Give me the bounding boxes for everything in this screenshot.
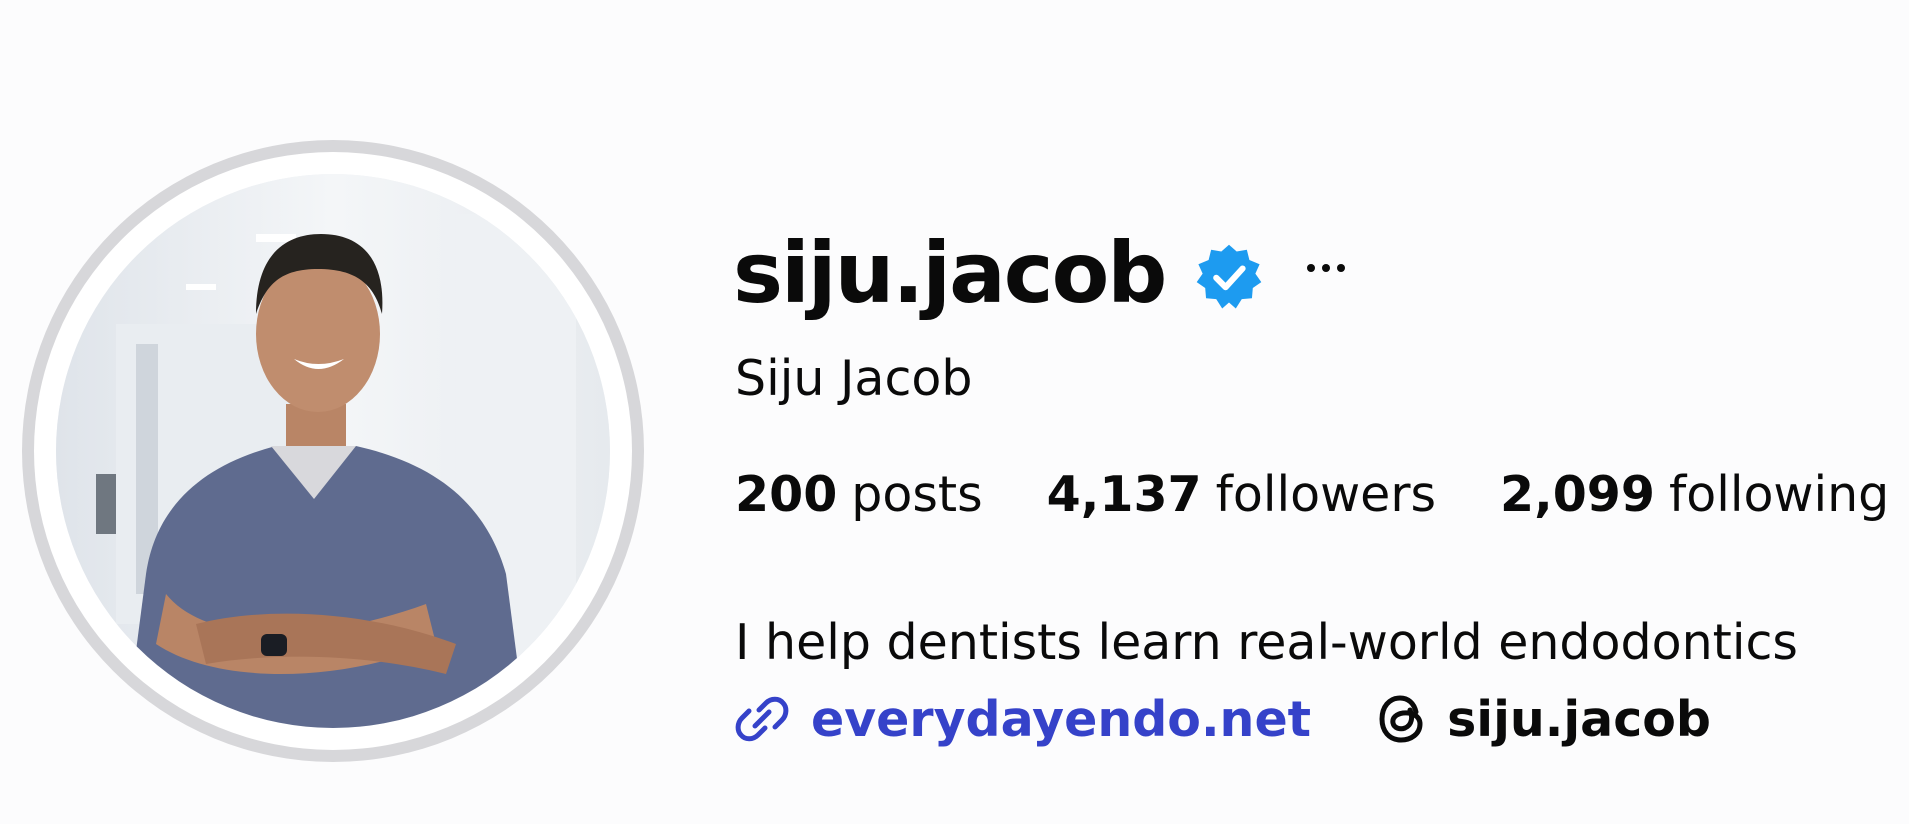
link-icon[interactable] <box>733 690 791 748</box>
profile-header: siju.jacob Siju Jacob 200 posts 4,137 foll… <box>0 0 1909 824</box>
avatar-ring[interactable] <box>22 140 644 762</box>
profile-stats: 200 posts 4,137 followers 2,099 following <box>735 466 1889 523</box>
username: siju.jacob <box>733 224 1167 322</box>
posts-label: posts <box>851 466 983 523</box>
profile-links: everydayendo.net siju.jacob <box>733 690 1711 748</box>
profile-title-row: siju.jacob <box>733 218 1349 328</box>
bio-text: I help dentists learn real-world endodon… <box>735 614 1798 671</box>
threads-handle[interactable]: siju.jacob <box>1447 691 1711 748</box>
followers-label: followers <box>1215 466 1436 523</box>
following-label: following <box>1669 466 1890 523</box>
full-name: Siju Jacob <box>735 350 973 407</box>
following-count: 2,099 <box>1500 466 1655 523</box>
threads-icon[interactable] <box>1375 690 1431 748</box>
posts-stat[interactable]: 200 posts <box>735 466 983 523</box>
more-options-icon[interactable] <box>1303 261 1349 275</box>
verified-badge-icon <box>1197 244 1262 309</box>
posts-count: 200 <box>735 466 838 523</box>
followers-count: 4,137 <box>1046 466 1202 523</box>
website-link[interactable]: everydayendo.net <box>811 691 1311 748</box>
following-stat[interactable]: 2,099 following <box>1500 466 1889 523</box>
followers-stat[interactable]: 4,137 followers <box>1047 466 1436 523</box>
avatar-photo <box>56 174 610 728</box>
avatar[interactable] <box>56 174 610 728</box>
